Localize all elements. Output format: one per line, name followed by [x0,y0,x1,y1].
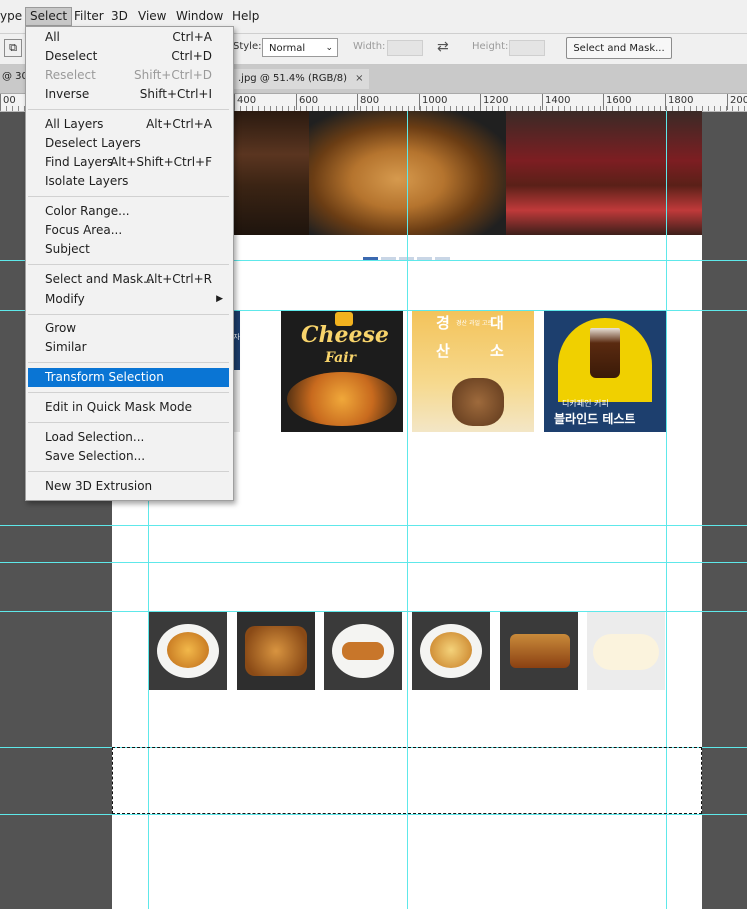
selection-mode-icon[interactable]: ⧉ [4,39,22,57]
food-thumbnail [587,612,665,690]
ruler-label: 1000 [419,94,447,110]
menu-separator [28,314,229,315]
banner-title: Cheese [301,322,389,348]
menu-item-inverse[interactable]: Inverse Shift+Ctrl+I [28,85,229,104]
menu-separator [28,362,229,363]
food-thumbnail [412,612,490,690]
food-thumbnail [149,612,227,690]
event-banner-decaf: 디카페인 커피 블라인드 테스트 [544,310,666,432]
close-icon[interactable]: × [355,73,363,84]
menu-item-focus-area[interactable]: Focus Area... [28,221,229,240]
menu-item-deselect[interactable]: Deselect Ctrl+D [28,47,229,66]
menu-separator [28,392,229,393]
menu-item-modify[interactable]: Modify ▶ [28,290,229,309]
menu-separator [28,264,229,265]
menu-item-similar[interactable]: Similar [28,338,229,357]
chevron-down-icon: ⌄ [325,43,333,53]
ruler-label: 00 [0,94,16,110]
menu-3d[interactable]: 3D [107,7,132,25]
event-banner-gyeongsan: 경 대 산 소 경산 과일 고르 [412,310,534,432]
menu-separator [28,471,229,472]
selection-marquee[interactable] [112,747,702,814]
ruler-label: 1600 [603,94,631,110]
menu-item-all[interactable]: All Ctrl+A [28,28,229,47]
menu-item-select-and-mask[interactable]: Select and Mask... Alt+Ctrl+R [28,270,229,289]
menu-item-reselect: Reselect Shift+Ctrl+D [45,68,212,82]
event-banner-cheese-fair: Cheese Fair [281,310,403,432]
guide-horizontal[interactable] [0,525,747,526]
style-value: Normal [269,43,306,54]
banner-small-text: 경산 과일 고르 [456,320,493,327]
food-thumbnail [324,612,402,690]
width-field[interactable] [387,40,423,56]
tab-document-2[interactable]: .jpg @ 51.4% (RGB/8) × [232,69,370,89]
food-thumbnail [237,612,315,690]
ruler-label: 1400 [542,94,570,110]
menu-item-load-selection[interactable]: Load Selection... [28,428,229,447]
tab-title: .jpg @ 51.4% (RGB/8) [238,73,348,84]
ruler-label: 800 [357,94,379,110]
menu-item-quick-mask[interactable]: Edit in Quick Mask Mode [28,398,229,417]
guide-horizontal[interactable] [0,562,747,563]
banner-char: 산 [436,342,450,360]
ruler-label: 200 [727,94,747,110]
height-label: Height: [472,41,509,52]
banner-text: 디카페인 커피 [562,399,609,408]
menu-item-subject[interactable]: Subject [28,240,229,259]
style-label: Style: [233,41,262,52]
menu-window[interactable]: Window [172,7,227,25]
select-menu-dropdown: All Ctrl+A Deselect Ctrl+D Reselect Shift+C… [25,26,234,501]
banner-char: 경 [436,314,450,332]
select-and-mask-button[interactable]: Select and Mask... [566,37,672,59]
menu-separator [28,109,229,110]
menu-item-color-range[interactable]: Color Range... [28,202,229,221]
menu-item-all-layers[interactable]: All Layers Alt+Ctrl+A [28,115,229,134]
ruler-label: 600 [296,94,318,110]
menu-item-grow[interactable]: Grow [28,319,229,338]
ruler-label: 400 [234,94,256,110]
menu-item-deselect-layers[interactable]: Deselect Layers [28,134,229,153]
menu-help[interactable]: Help [228,7,263,25]
menu-select[interactable]: Select [25,7,73,26]
submenu-arrow-icon: ▶ [216,294,223,304]
menu-view[interactable]: View [134,7,170,25]
food-thumbnail [500,612,578,690]
banner-char: 소 [490,342,504,360]
menu-item-find-layers[interactable]: Find Layers Alt+Shift+Ctrl+F [28,153,229,172]
swap-icon[interactable]: ⇄ [437,39,449,55]
ruler-label: 1800 [665,94,693,110]
style-select[interactable]: Normal ⌄ [262,38,338,57]
cake-display-photo [506,111,702,235]
ruler-label: 1200 [480,94,508,110]
banner-text: 블라인드 테스트 [554,412,636,426]
menu-separator [28,196,229,197]
menu-item-isolate-layers[interactable]: Isolate Layers [28,172,229,191]
banner-title: Fair [325,350,356,366]
menu-item-save-selection[interactable]: Save Selection... [28,447,229,466]
menu-item-transform-selection[interactable]: Transform Selection [28,368,229,387]
guide-horizontal[interactable] [0,611,747,612]
menu-filter[interactable]: Filter [70,7,108,25]
height-field[interactable] [509,40,545,56]
menu-separator [28,422,229,423]
width-label: Width: [353,41,386,52]
menu-item-new-3d-extrusion[interactable]: New 3D Extrusion [28,477,229,496]
guide-horizontal[interactable] [0,814,747,815]
menu-type[interactable]: ype [0,7,26,25]
